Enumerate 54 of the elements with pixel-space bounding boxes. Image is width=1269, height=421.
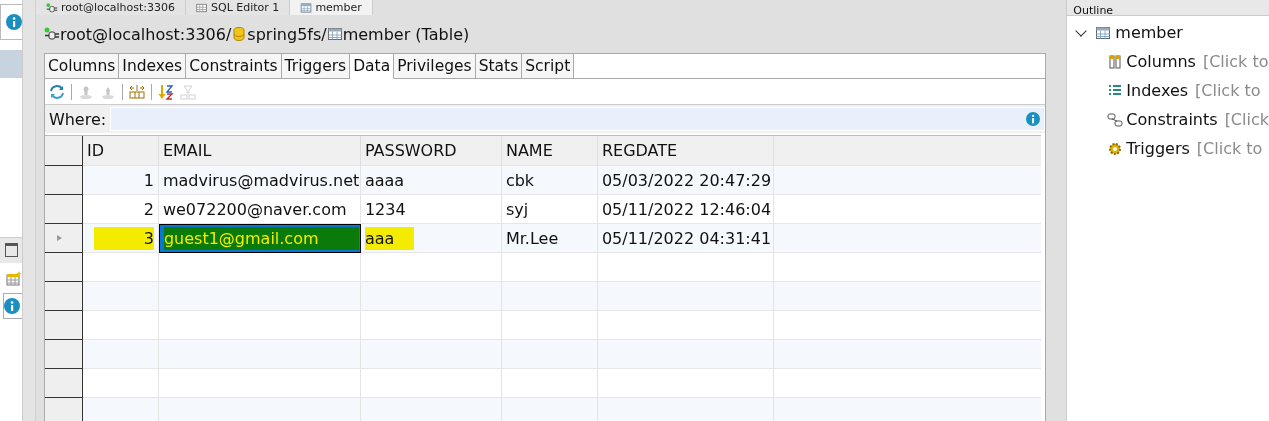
tab[interactable]: Stats <box>475 54 523 78</box>
tree-item[interactable]: Indexes <box>1126 81 1189 100</box>
row-header <box>44 340 83 369</box>
table-icon <box>1095 24 1112 41</box>
row-header[interactable] <box>44 224 83 253</box>
sort-icon[interactable] <box>157 83 174 100</box>
tree-item[interactable]: Triggers <box>1126 139 1190 158</box>
calendar-icon[interactable] <box>5 270 22 287</box>
table-icon <box>326 26 343 42</box>
breadcrumb-item[interactable]: member (Table) <box>342 24 470 44</box>
row-header <box>44 253 83 282</box>
grid-icon <box>196 1 209 14</box>
refresh-icon[interactable] <box>48 83 65 100</box>
table-cell: guest1@gmail.com <box>158 224 361 253</box>
tab[interactable]: Privileges <box>394 54 476 78</box>
gear-icon <box>1107 140 1124 157</box>
tree-item[interactable]: Columns <box>1126 52 1196 71</box>
row-header <box>44 311 83 340</box>
plug-icon <box>43 26 60 42</box>
row-header[interactable] <box>44 166 83 195</box>
link-icon <box>1107 111 1124 128</box>
editor-tab[interactable]: root@localhost:3306 <box>35 0 187 15</box>
where-field[interactable] <box>110 107 1046 131</box>
columns-icon <box>1107 53 1124 70</box>
where-label: Where: <box>48 109 107 129</box>
breadcrumb-item[interactable]: root@localhost:3306/ <box>59 24 232 44</box>
tree-item[interactable]: member <box>1115 23 1183 42</box>
window-icon[interactable] <box>4 243 18 257</box>
table-icon <box>300 1 313 14</box>
hint-text: [Click to <box>1202 52 1269 71</box>
row-header[interactable] <box>44 195 83 224</box>
tab[interactable]: Indexes <box>119 54 187 78</box>
tab[interactable]: Columns <box>44 54 120 78</box>
info-icon[interactable] <box>5 14 22 30</box>
row-header <box>44 369 83 398</box>
hint-text: [Click <box>1224 110 1269 129</box>
tab[interactable]: Triggers <box>281 54 351 78</box>
breadcrumb-item[interactable]: spring5fs/ <box>247 24 327 44</box>
tree-item[interactable]: Constraints <box>1126 110 1218 129</box>
row-header <box>44 398 83 421</box>
row-header <box>44 282 83 311</box>
editor-tab[interactable]: SQL Editor 1 <box>186 0 291 15</box>
info-icon[interactable] <box>3 297 20 314</box>
database-icon <box>231 26 248 42</box>
tab[interactable]: Constraints <box>186 54 282 78</box>
plug-icon <box>45 1 58 14</box>
tab[interactable]: Script <box>522 54 575 78</box>
column-width-icon[interactable] <box>128 83 145 100</box>
tab[interactable]: Data <box>350 54 395 79</box>
hint-text: [Click to <box>1195 81 1261 100</box>
table-cell: 3 <box>82 224 159 253</box>
info-icon[interactable] <box>1026 112 1041 126</box>
hint-text: [Click to <box>1196 139 1263 158</box>
editor-tab[interactable]: member <box>290 0 373 15</box>
